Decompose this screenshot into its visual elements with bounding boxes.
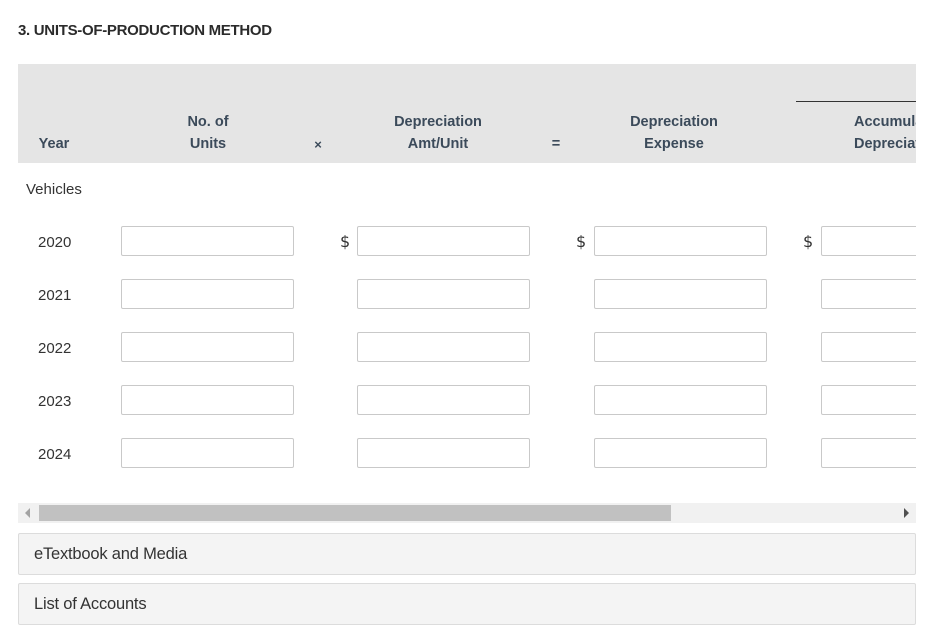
units-input[interactable] [121, 438, 294, 468]
list-of-accounts-label: List of Accounts [34, 595, 147, 613]
header-times-operator: × [314, 137, 322, 152]
header-expense-line1: Depreciation [630, 114, 718, 130]
section-title: 3. UNITS-OF-PRODUCTION METHOD [18, 22, 272, 39]
header-units-line2: Units [189, 136, 227, 152]
header-units: No. of Units [143, 111, 273, 155]
header-accum-line1: Accumulated [854, 114, 916, 130]
expense-input[interactable] [594, 438, 767, 468]
dollar-sign: $ [340, 232, 351, 251]
scroll-left-arrow-icon[interactable] [25, 508, 30, 518]
header-expense: Depreciation Expense [599, 111, 749, 155]
header-year-label: Year [38, 136, 70, 152]
scrollbar-thumb[interactable] [39, 505, 671, 521]
expense-input[interactable] [594, 226, 767, 256]
header-equals-operator: = [551, 136, 561, 152]
table-row: 2022 [18, 332, 916, 366]
rate-input[interactable] [357, 385, 530, 415]
expense-input[interactable] [594, 332, 767, 362]
year-label: 2024 [38, 446, 72, 463]
header-rate-line2: Amt/Unit [407, 136, 469, 152]
rate-input[interactable] [357, 332, 530, 362]
rate-input[interactable] [357, 438, 530, 468]
accumulated-input[interactable] [821, 438, 916, 468]
accumulated-input[interactable] [821, 279, 916, 309]
year-label: 2021 [38, 287, 72, 304]
dollar-sign: $ [576, 232, 587, 251]
etextbook-media-label: eTextbook and Media [34, 545, 188, 563]
table-row: 2020 $ $ $ [18, 226, 916, 260]
table-header: Year No. of Units × Depreciation Amt/Uni… [18, 64, 916, 163]
header-accumulated: Accumulated Depreciation [854, 111, 916, 155]
dollar-sign: $ [803, 232, 814, 251]
header-year: Year [28, 133, 80, 155]
etextbook-media-panel[interactable]: eTextbook and Media [18, 533, 916, 575]
year-label: 2020 [38, 234, 72, 251]
table-row: 2024 [18, 438, 916, 472]
accumulated-input[interactable] [821, 385, 916, 415]
year-label: 2022 [38, 340, 72, 357]
header-rate: Depreciation Amt/Unit [363, 111, 513, 155]
expense-input[interactable] [594, 279, 767, 309]
units-input[interactable] [121, 279, 294, 309]
header-rate-line1: Depreciation [394, 114, 482, 130]
year-label: 2023 [38, 393, 72, 410]
horizontal-scrollbar[interactable] [18, 503, 916, 523]
units-input[interactable] [121, 226, 294, 256]
expense-input[interactable] [594, 385, 767, 415]
header-divider-line [796, 101, 916, 102]
table-row: 2021 [18, 279, 916, 313]
table-row: 2023 [18, 385, 916, 419]
rate-input[interactable] [357, 279, 530, 309]
accumulated-input[interactable] [821, 226, 916, 256]
table-scroll-area: Year No. of Units × Depreciation Amt/Uni… [18, 64, 916, 504]
units-input[interactable] [121, 332, 294, 362]
units-input[interactable] [121, 385, 294, 415]
header-expense-line2: Expense [644, 136, 704, 152]
accumulated-input[interactable] [821, 332, 916, 362]
scroll-right-arrow-icon[interactable] [904, 508, 909, 518]
header-accum-line2: Depreciation [854, 136, 916, 152]
group-label-vehicles: Vehicles [26, 181, 82, 198]
rate-input[interactable] [357, 226, 530, 256]
header-units-line1: No. of [187, 114, 229, 130]
